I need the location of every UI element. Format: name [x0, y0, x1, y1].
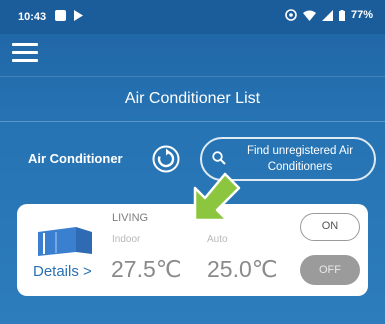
section-label: Air Conditioner: [28, 151, 123, 166]
signal-icon: [321, 9, 333, 21]
status-time: 10:43: [18, 11, 47, 23]
gallery-notification-icon: [55, 10, 66, 21]
page-title: Air Conditioner List: [0, 76, 385, 122]
mode-label: Auto: [207, 234, 228, 245]
air-conditioner-icon: [38, 227, 92, 256]
indoor-temperature: 27.5℃: [111, 256, 182, 282]
refresh-icon[interactable]: [152, 145, 180, 173]
battery-icon: [338, 9, 345, 21]
notification-icons: [55, 10, 83, 21]
arrow-annotation-icon: [193, 172, 241, 222]
details-link[interactable]: Details >: [33, 263, 92, 280]
hotspot-icon: [285, 9, 297, 21]
status-bar: 10:43 77%: [0, 0, 385, 34]
search-icon: [212, 151, 226, 165]
set-temperature: 25.0℃: [207, 256, 278, 282]
indoor-label: Indoor: [112, 234, 141, 245]
chevron-right-icon: >: [83, 263, 92, 280]
details-label: Details: [33, 263, 79, 280]
play-notification-icon: [74, 10, 83, 21]
room-name: LIVING: [112, 212, 149, 224]
status-right: 77%: [285, 9, 373, 21]
off-button[interactable]: OFF: [300, 255, 360, 285]
wifi-icon: [302, 10, 316, 21]
on-button[interactable]: ON: [300, 213, 360, 241]
app-screen: 10:43 77% Air Conditioner List Air Condi…: [0, 0, 385, 324]
find-button-label: Find unregistered Air Conditioners: [246, 145, 354, 173]
hamburger-icon[interactable]: [12, 43, 38, 63]
battery-percent: 77%: [350, 9, 373, 21]
